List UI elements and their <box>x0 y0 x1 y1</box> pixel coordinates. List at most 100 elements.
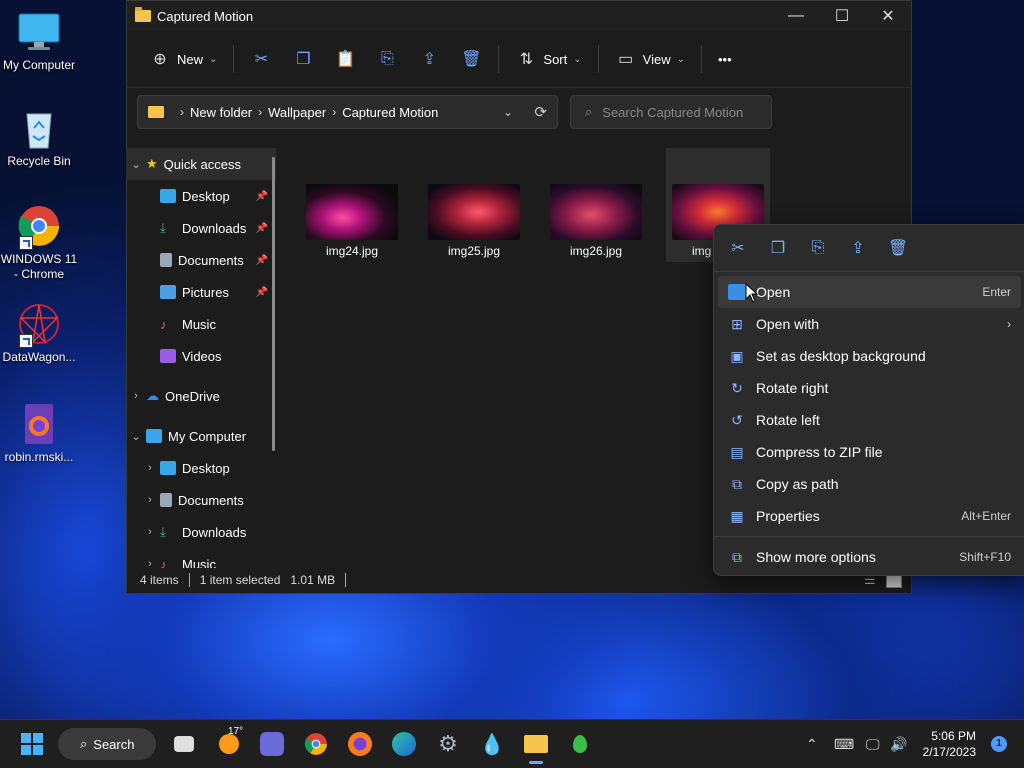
rename-icon[interactable]: ⎘ <box>806 239 830 257</box>
menu-item-show-more-options[interactable]: ⧉ Show more options Shift+F10 <box>718 541 1021 573</box>
menu-item-rotate-right[interactable]: ↻ Rotate right <box>718 372 1021 404</box>
sidebar-item-pc-documents[interactable]: › Documents <box>126 484 276 516</box>
sidebar-item-quick-access[interactable]: ⌄ ★ Quick access <box>126 148 276 180</box>
copy-icon[interactable]: ❐ <box>766 238 790 258</box>
properties-icon: ▦ <box>730 508 744 524</box>
desktop-icon-chrome[interactable]: WINDOWS 11 - Chrome <box>0 204 78 282</box>
sidebar-item-pictures[interactable]: Pictures 📌 <box>126 276 276 308</box>
minimize-button[interactable]: — <box>773 1 819 31</box>
desktop-icon-label: DataWagon... <box>2 350 76 364</box>
rename-button[interactable]: ⎘ <box>366 42 408 76</box>
drop-app-taskbar-button[interactable]: 💧 <box>478 720 506 768</box>
show-hidden-icons-button[interactable]: ⌃ <box>806 720 818 768</box>
search-input[interactable]: ⌕ Search Captured Motion <box>570 95 772 129</box>
breadcrumb-item[interactable]: Wallpaper <box>268 105 326 120</box>
sidebar-scrollbar[interactable] <box>272 157 275 451</box>
menu-item-open-with[interactable]: ⊞ Open with › <box>718 308 1021 340</box>
search-icon: ⌕ <box>80 736 88 751</box>
sidebar-item-desktop[interactable]: Desktop 📌 <box>126 180 276 212</box>
menu-item-rotate-left[interactable]: ↺ Rotate left <box>718 404 1021 436</box>
close-button[interactable]: ✕ <box>865 1 911 31</box>
network-icon[interactable]: 🖵 <box>866 720 880 768</box>
sort-button[interactable]: ⇅ Sort ⌄ <box>505 42 591 76</box>
desktop-icon-my-computer[interactable]: My Computer <box>0 10 78 73</box>
desktop-icon-label: robin.rmski... <box>4 450 74 464</box>
clock[interactable]: 5:06 PM 2/17/2023 <box>904 728 976 760</box>
teams-chat-button[interactable] <box>258 720 286 768</box>
sort-arrows-icon: ⇅ <box>519 51 534 68</box>
desktop-icon-recycle-bin[interactable]: Recycle Bin <box>0 106 78 169</box>
maximize-button[interactable]: ☐ <box>819 1 865 31</box>
firefox-icon <box>348 732 372 756</box>
green-drop-icon <box>573 735 587 753</box>
sidebar-item-label: My Computer <box>168 428 247 444</box>
address-dropdown-button[interactable]: ⌄ <box>503 105 513 119</box>
more-options-button[interactable]: ••• <box>708 42 742 76</box>
chrome-taskbar-button[interactable] <box>302 720 330 768</box>
edge-taskbar-button[interactable] <box>390 720 418 768</box>
star-icon: ★ <box>146 156 158 171</box>
file-item[interactable]: img25.jpg <box>422 148 526 258</box>
settings-taskbar-button[interactable]: ⚙ <box>434 720 462 768</box>
breadcrumb-item[interactable]: Captured Motion <box>342 105 438 120</box>
taskbar-search-button[interactable]: ⌕ Search <box>58 728 156 760</box>
paste-button[interactable]: 📋 <box>324 42 366 76</box>
green-drop-taskbar-button[interactable] <box>566 720 594 768</box>
sidebar-item-label: Desktop <box>182 188 230 204</box>
sidebar-item-downloads[interactable]: ⤓ Downloads 📌 <box>126 212 276 244</box>
image-thumbnail <box>306 184 398 240</box>
share-button[interactable]: ⇪ <box>408 42 450 76</box>
notification-badge[interactable]: 1 <box>991 736 1007 752</box>
mouse-cursor-icon <box>745 283 759 303</box>
title-bar[interactable]: Captured Motion — ☐ ✕ <box>127 1 911 31</box>
edge-icon <box>392 732 416 756</box>
sidebar-item-my-computer[interactable]: ⌄ My Computer <box>126 420 276 452</box>
task-view-button[interactable] <box>170 720 198 768</box>
folder-icon <box>135 7 151 22</box>
chevron-right-icon: › <box>134 390 138 402</box>
sidebar-item-music[interactable]: ♪ Music <box>126 308 276 340</box>
sidebar-item-documents[interactable]: Documents 📌 <box>126 244 276 276</box>
sidebar-item-pc-downloads[interactable]: › ⤓ Downloads <box>126 516 276 548</box>
menu-item-label: Open <box>756 284 791 300</box>
firefox-taskbar-button[interactable] <box>346 720 374 768</box>
new-button[interactable]: ⊕ New ⌄ <box>139 42 227 76</box>
desktop-icon-robin[interactable]: robin.rmski... <box>0 402 78 465</box>
delete-button[interactable]: 🗑 <box>450 42 492 76</box>
sidebar-item-label: Desktop <box>182 460 230 476</box>
chat-icon <box>260 732 284 756</box>
menu-item-compress-zip[interactable]: ▤ Compress to ZIP file <box>718 436 1021 468</box>
view-button[interactable]: ▭ View ⌄ <box>605 42 695 76</box>
menu-item-open[interactable]: Open Enter <box>718 276 1021 308</box>
sidebar-item-pc-music[interactable]: › ♪ Music <box>126 548 276 569</box>
trash-icon[interactable]: 🗑 <box>886 238 910 258</box>
selection-count: 1 item selected <box>199 573 281 587</box>
scissors-icon[interactable]: ✂ <box>726 238 750 258</box>
chrome-icon <box>17 204 61 250</box>
chrome-icon <box>304 733 327 755</box>
sidebar-item-onedrive[interactable]: › ☁ OneDrive <box>126 380 276 412</box>
start-button[interactable] <box>16 720 48 768</box>
file-item[interactable]: img26.jpg <box>544 148 648 258</box>
sidebar-item-videos[interactable]: Videos <box>126 340 276 372</box>
new-label: New <box>177 51 204 67</box>
cut-button[interactable]: ✂ <box>240 42 282 76</box>
menu-item-copy-as-path[interactable]: ⧉ Copy as path <box>718 468 1021 500</box>
breadcrumb-item[interactable]: New folder <box>190 105 252 120</box>
refresh-button[interactable]: ⟳ <box>534 103 547 121</box>
clock-time: 5:06 PM <box>931 729 976 743</box>
share-icon[interactable]: ⇪ <box>846 238 870 258</box>
desktop-icon-datawagon[interactable]: DataWagon... <box>0 302 78 365</box>
address-bar[interactable]: › New folder › Wallpaper › Captured Moti… <box>137 95 558 129</box>
menu-item-properties[interactable]: ▦ Properties Alt+Enter <box>718 500 1021 532</box>
widgets-button[interactable]: 17° <box>214 720 244 768</box>
sidebar-item-pc-desktop[interactable]: › Desktop <box>126 452 276 484</box>
keyboard-icon[interactable]: ⌨ <box>834 720 854 768</box>
menu-item-set-background[interactable]: ▣ Set as desktop background <box>718 340 1021 372</box>
command-bar: ⊕ New ⌄ ✂ ❐ 📋 ⎘ ⇪ 🗑 ⇅ Sort ⌄ ▭ View ⌄ ••… <box>127 31 911 88</box>
file-item[interactable]: img24.jpg <box>300 148 404 258</box>
copy-button[interactable]: ❐ <box>282 42 324 76</box>
chevron-down-icon: ⌄ <box>209 53 218 65</box>
chevron-right-icon: › <box>258 105 263 119</box>
chevron-right-icon: › <box>332 105 337 119</box>
